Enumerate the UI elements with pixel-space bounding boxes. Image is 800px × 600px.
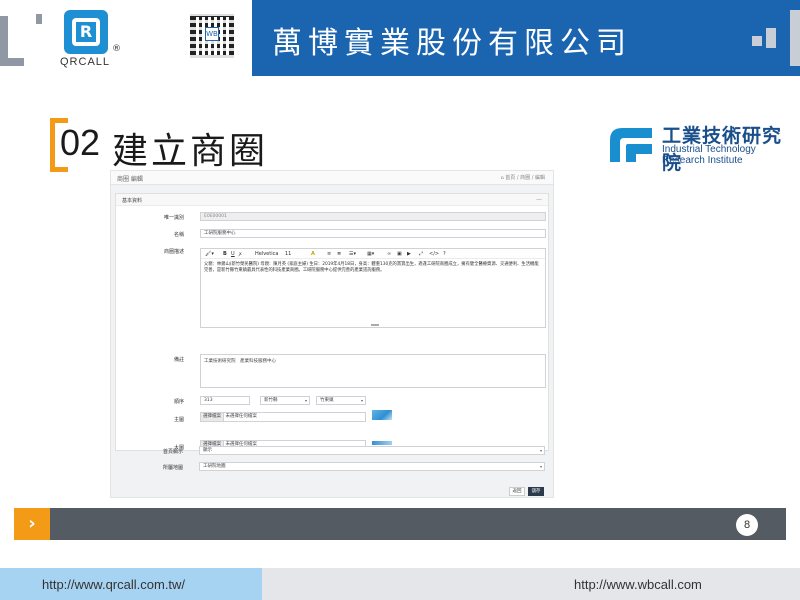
city-select[interactable]: 新竹縣 ▾ <box>260 396 310 405</box>
decor-square <box>752 36 762 46</box>
big-image-thumbnail <box>372 441 392 445</box>
wbcall-url-link[interactable]: http://www.wbcall.com <box>574 577 702 592</box>
style-icon[interactable]: 🖌▾ <box>205 251 214 257</box>
header-title-bar: 萬博實業股份有限公司 <box>252 0 800 76</box>
qrcall-url-link[interactable]: http://www.qrcall.com.tw/ <box>42 577 185 592</box>
map-select-value: 工研院地圖 <box>203 464 226 469</box>
table-icon[interactable]: ▦▾ <box>367 251 374 257</box>
intro-label: 商圈描述 <box>163 249 184 255</box>
chevron-down-icon: ▾ <box>539 464 542 469</box>
slide-number: 02 <box>60 122 101 163</box>
company-name: 萬博實業股份有限公司 <box>272 26 632 61</box>
underline-icon[interactable]: U <box>231 251 235 257</box>
resize-handle[interactable] <box>371 324 379 326</box>
qr-code-badge: WB <box>205 27 219 41</box>
id-label: 唯一識別 <box>163 215 184 221</box>
chevron-right-icon[interactable]: › <box>14 508 50 540</box>
text-color-icon[interactable]: A <box>311 251 315 257</box>
card-header: 基本資料 — <box>116 194 548 206</box>
qrcall-logo-text: QRCALL <box>60 56 111 68</box>
map-select[interactable]: 工研院地圖 ▾ <box>199 462 545 471</box>
fullscreen-icon[interactable]: ⤢ <box>419 251 423 257</box>
code-view-icon[interactable]: </> <box>429 251 439 257</box>
name-label: 名稱 <box>173 232 184 238</box>
registered-mark: ® <box>112 44 121 54</box>
itri-name-en-1: Industrial Technology <box>662 144 756 155</box>
collapse-icon[interactable]: — <box>536 196 542 203</box>
map-label: 所屬地圖 <box>162 465 183 471</box>
image-icon[interactable]: ▣ <box>397 251 402 257</box>
font-size-select[interactable]: 11 <box>285 251 291 257</box>
card-title: 基本資料 <box>122 198 143 204</box>
city-select-value: 新竹縣 <box>264 398 278 403</box>
show-homepage-select[interactable]: 顯示 ▾ <box>199 446 545 455</box>
itri-name-en-2: Research Institute <box>662 155 743 166</box>
clear-format-icon[interactable]: ꭗ <box>239 251 242 257</box>
file-status: 未選擇任何檔案 <box>225 414 257 419</box>
show-homepage-value: 顯示 <box>203 448 212 453</box>
name-field[interactable]: 工研院服務中心 <box>200 229 546 238</box>
header-logo-area: R ® QRCALL WB <box>0 0 252 76</box>
decor-bar <box>790 10 800 66</box>
edit-form-screenshot: 商圈 編輯 ⌂ 首頁 / 商圈 / 編輯 基本資料 — 唯一識別 E0E0000… <box>110 170 554 498</box>
note-textarea[interactable]: 工業技術研究院 產業科技服務中心 <box>200 354 546 388</box>
chevron-down-icon: ▾ <box>304 398 307 403</box>
slide-bottom-bar <box>14 508 786 540</box>
back-button[interactable]: 返回 <box>509 487 525 496</box>
qrcall-logo-letter: R <box>72 18 100 46</box>
numbered-list-icon[interactable]: ≣ <box>337 251 341 257</box>
help-icon[interactable]: ? <box>443 251 446 257</box>
video-icon[interactable]: ▶ <box>407 251 411 257</box>
decor-square <box>36 14 42 24</box>
editor-content[interactable]: 父親：林錫山(新竹榮民醫院) 母親：陳月英 (家庭主婦) 生日：2019年4月1… <box>204 262 542 274</box>
sort-field[interactable]: 313 <box>200 396 250 405</box>
editor-toolbar: 🖌▾ B U ꭗ Helvetica 11 A ≡ ≣ ☰▾ ▦▾ ∞ ▣ ▶ … <box>201 249 545 259</box>
font-select[interactable]: Helvetica <box>255 251 278 257</box>
decor-bar <box>0 58 24 66</box>
itri-logo-icon <box>606 124 654 164</box>
page-number: 8 <box>736 514 758 536</box>
save-button[interactable]: 儲存 <box>528 487 544 496</box>
show-homepage-label: 首頁顯示 <box>162 449 183 455</box>
link-icon[interactable]: ∞ <box>387 251 391 257</box>
main-image-thumbnail <box>372 410 392 420</box>
decor-bar <box>766 28 776 48</box>
bold-icon[interactable]: B <box>223 251 227 257</box>
id-field: E0E00001 <box>200 212 546 221</box>
rich-text-editor[interactable]: 🖌▾ B U ꭗ Helvetica 11 A ≡ ≣ ☰▾ ▦▾ ∞ ▣ ▶ … <box>200 248 546 328</box>
form-topbar: 商圈 編輯 ⌂ 首頁 / 商圈 / 編輯 <box>111 171 553 185</box>
basic-info-card: 基本資料 — 唯一識別 E0E00001 名稱 工研院服務中心 商圈描述 🖌▾ … <box>115 193 549 451</box>
chevron-down-icon: ▾ <box>539 448 542 453</box>
sort-label: 順序 <box>173 399 184 405</box>
main-image-file-input[interactable]: 選擇檔案 未選擇任何檔案 <box>200 412 366 422</box>
note-label: 備註 <box>173 357 184 363</box>
slide-title: 建立商圈 <box>112 131 269 172</box>
qrcall-logo: R <box>64 10 108 54</box>
bullet-list-icon[interactable]: ≡ <box>327 251 331 257</box>
align-icon[interactable]: ☰▾ <box>349 251 356 257</box>
district-select-value: 竹東鎮 <box>320 398 334 403</box>
chevron-down-icon: ▾ <box>360 398 363 403</box>
district-select[interactable]: 竹東鎮 ▾ <box>316 396 366 405</box>
choose-file-button[interactable]: 選擇檔案 <box>201 413 224 421</box>
breadcrumb[interactable]: ⌂ 首頁 / 商圈 / 編輯 <box>501 174 546 181</box>
form-page-title: 商圈 編輯 <box>117 176 143 183</box>
header: R ® QRCALL WB 萬博實業股份有限公司 <box>0 0 800 76</box>
main-image-label: 主圖 <box>173 417 184 423</box>
footer-right <box>262 568 800 600</box>
